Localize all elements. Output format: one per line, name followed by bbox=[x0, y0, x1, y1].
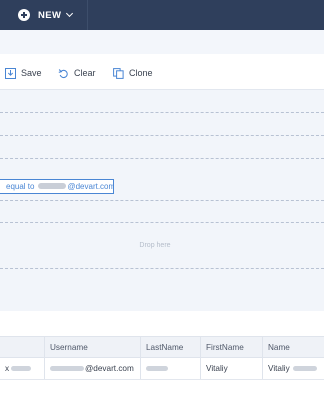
column-header-name[interactable]: Name bbox=[263, 337, 324, 357]
clear-label: Clear bbox=[74, 68, 96, 78]
redacted-text bbox=[146, 366, 168, 371]
redacted-text bbox=[38, 183, 67, 190]
cell-text: @devart.com bbox=[85, 364, 134, 373]
criteria-row-divider bbox=[0, 158, 324, 159]
cell-text: Vitaliy bbox=[206, 364, 228, 373]
table-cell: Vitaliy bbox=[263, 358, 324, 379]
table-row[interactable]: x @devart.com Vitaliy Vitaliy bbox=[0, 358, 324, 380]
top-bar: NEW bbox=[0, 0, 324, 30]
cell-text: x bbox=[5, 364, 10, 373]
criteria-row-divider bbox=[0, 222, 324, 223]
table-cell: Vitaliy bbox=[201, 358, 263, 379]
table-cell: @devart.com bbox=[45, 358, 141, 379]
redacted-text bbox=[292, 366, 317, 371]
undo-icon bbox=[58, 68, 68, 78]
column-header-firstname[interactable]: FirstName bbox=[201, 337, 263, 357]
new-button-label: NEW bbox=[38, 9, 62, 21]
column-header-lastname[interactable]: LastName bbox=[141, 337, 201, 357]
query-toolbar: Save Clear Clone bbox=[0, 56, 324, 89]
criteria-row-divider bbox=[0, 112, 324, 113]
condition-operator: equal to bbox=[6, 182, 35, 191]
redacted-text bbox=[50, 366, 84, 371]
table-cell bbox=[141, 358, 201, 379]
clear-button[interactable]: Clear bbox=[58, 66, 96, 80]
filter-condition[interactable]: equal to @devart.com bbox=[0, 179, 114, 194]
criteria-row-divider bbox=[0, 200, 324, 201]
criteria-row-divider bbox=[0, 268, 324, 269]
clone-label: Clone bbox=[129, 68, 153, 78]
header-band bbox=[0, 30, 324, 56]
chevron-down-icon bbox=[66, 9, 74, 18]
redacted-text bbox=[11, 366, 32, 371]
table-cell: x bbox=[0, 358, 45, 379]
criteria-row-divider bbox=[0, 135, 324, 136]
save-label: Save bbox=[21, 68, 42, 78]
topbar-divider bbox=[87, 0, 88, 30]
new-button[interactable]: NEW bbox=[18, 8, 74, 22]
save-button[interactable]: Save bbox=[5, 66, 42, 80]
cell-text: Vitaliy bbox=[268, 364, 290, 373]
column-header-username[interactable]: Username bbox=[45, 337, 141, 357]
drop-zone-label: Drop here bbox=[139, 242, 171, 249]
plus-circle-icon bbox=[18, 9, 30, 21]
column-header[interactable] bbox=[0, 337, 45, 357]
condition-value: @devart.com bbox=[67, 182, 114, 191]
grid-header: Username LastName FirstName Name bbox=[0, 336, 324, 358]
save-icon bbox=[5, 67, 16, 79]
clone-button[interactable]: Clone bbox=[113, 66, 153, 80]
copy-icon bbox=[113, 67, 124, 79]
